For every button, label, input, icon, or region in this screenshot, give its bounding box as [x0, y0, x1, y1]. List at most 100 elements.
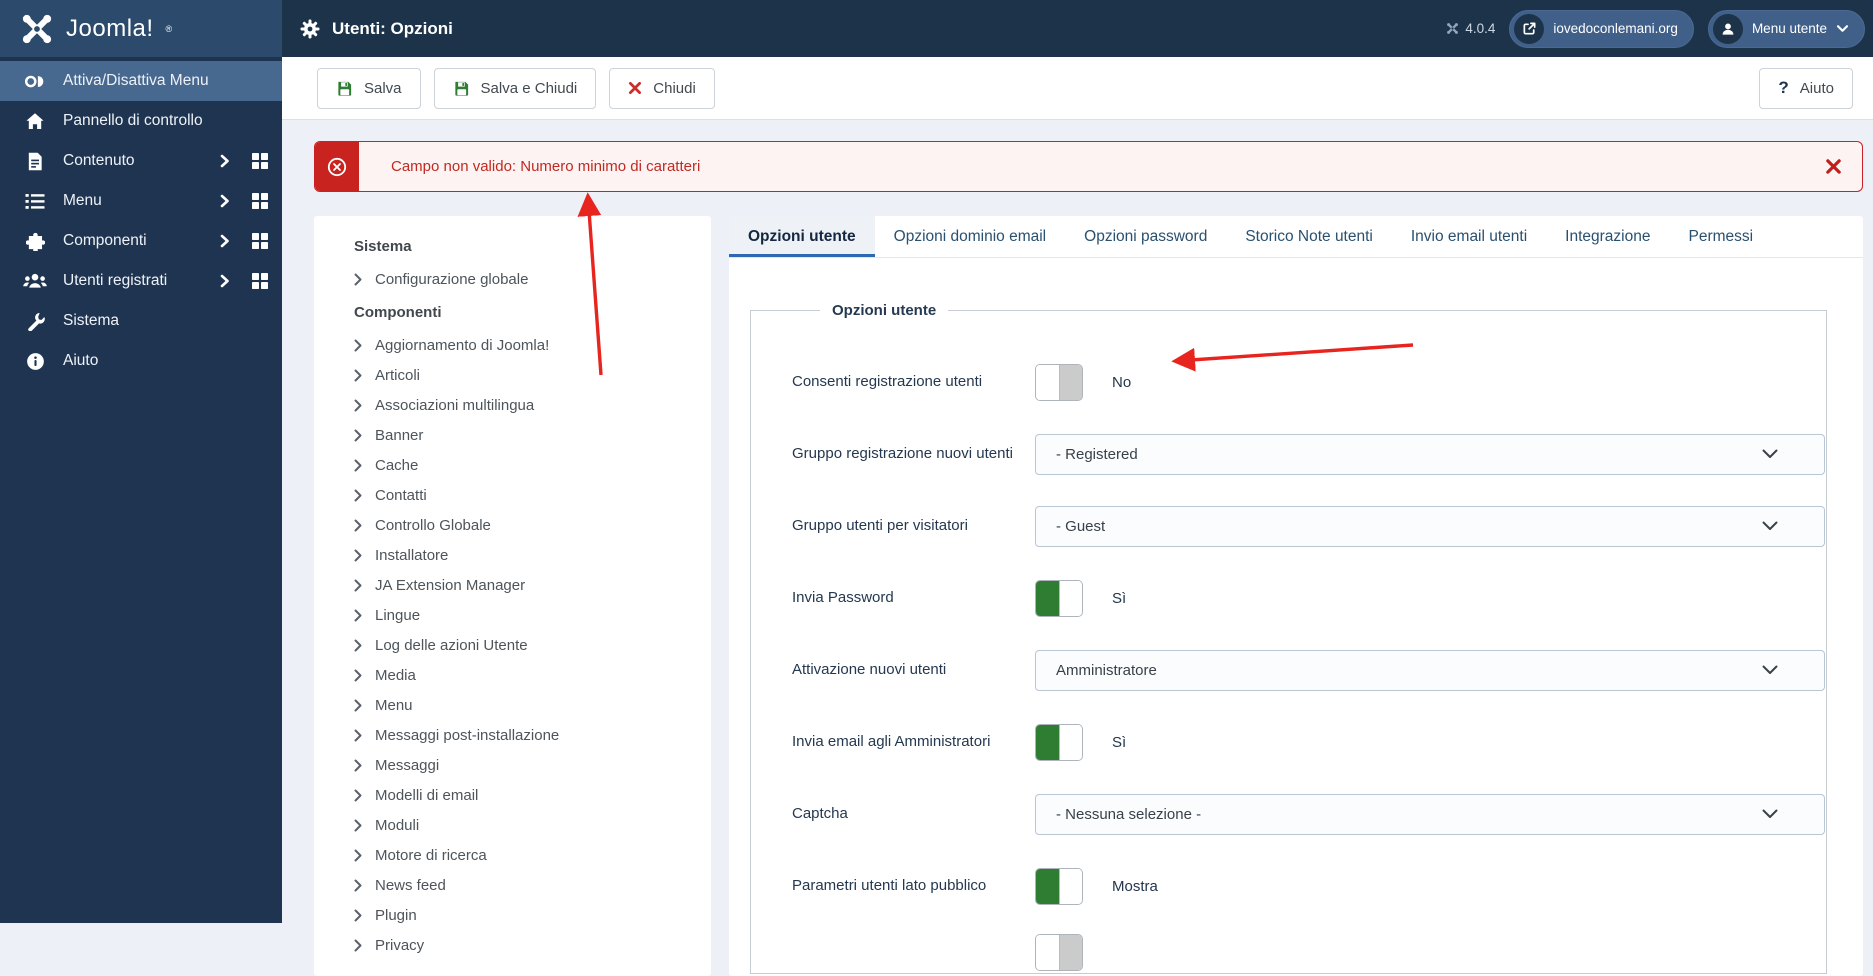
select-captcha[interactable]: - Nessuna selezione -: [1035, 793, 1825, 835]
tree-item-cache[interactable]: Cache: [354, 450, 701, 480]
site-preview-button[interactable]: iovedoconlemani.org: [1509, 9, 1694, 48]
select-gruppo-utenti-per-visitatori[interactable]: - Guest: [1035, 505, 1825, 547]
field-label: Gruppo utenti per visitatori: [792, 517, 968, 535]
sidebar-item-componenti[interactable]: Componenti: [0, 221, 282, 261]
tree-item-log-delle-azioni-utente[interactable]: Log delle azioni Utente: [354, 630, 701, 660]
user-menu-button[interactable]: Menu utente: [1707, 9, 1865, 48]
field-row-captcha: Captcha - Nessuna selezione -: [792, 793, 1826, 835]
tree-item-label: Lingue: [375, 606, 421, 624]
tab-opzioni-utente[interactable]: Opzioni utente: [729, 216, 875, 257]
tree-item-modelli-di-email[interactable]: Modelli di email: [354, 780, 701, 810]
save-button-label: Salva: [364, 79, 402, 97]
tree-item-label: Modelli di email: [375, 786, 479, 804]
chevron-right-icon: [354, 939, 363, 952]
alert-close-icon[interactable]: [1825, 158, 1842, 175]
grid-icon[interactable]: [252, 153, 268, 169]
sidebar-item-label: Aiuto: [63, 352, 99, 369]
tree-item-messaggi[interactable]: Messaggi: [354, 750, 701, 780]
sidebar-item-attiva-disattiva-menu[interactable]: Attiva/Disattiva Menu: [0, 61, 282, 101]
tree-item-plugin[interactable]: Plugin: [354, 900, 701, 930]
tree-item-label: Privacy: [375, 936, 425, 954]
grid-icon[interactable]: [252, 233, 268, 249]
field-row-invia-password: Invia Password Sì: [792, 577, 1826, 619]
sidebar-item-sistema[interactable]: Sistema: [0, 301, 282, 341]
tree-item-label: Associazioni multilingua: [375, 396, 535, 414]
tab-integrazione[interactable]: Integrazione: [1546, 216, 1669, 257]
tree-item-aggiornamento-di-joomla[interactable]: Aggiornamento di Joomla!: [354, 330, 701, 360]
toggle-invia-email-agli-amministratori[interactable]: [1035, 723, 1083, 761]
sidebar-item-aiuto[interactable]: Aiuto: [0, 341, 282, 381]
sidebar-item-label: Pannello di controllo: [63, 112, 203, 129]
tree-item-news-feed[interactable]: News feed: [354, 870, 701, 900]
tree-item-contatti[interactable]: Contatti: [354, 480, 701, 510]
tree-item-associazioni-multilingua[interactable]: Associazioni multilingua: [354, 390, 701, 420]
select-attivazione-nuovi-utenti[interactable]: Amministratore: [1035, 649, 1825, 691]
chevron-down-icon: [1762, 521, 1778, 531]
field-label: Invia email agli Amministratori: [792, 733, 991, 751]
chevron-right-icon: [354, 489, 363, 502]
tree-item-label: Contatti: [375, 486, 427, 504]
save-close-button[interactable]: Salva e Chiudi: [433, 67, 597, 109]
error-icon: [315, 142, 359, 191]
tree-item-messaggi-post-installazione[interactable]: Messaggi post-installazione: [354, 720, 701, 750]
tab-storico-note-utenti[interactable]: Storico Note utenti: [1226, 216, 1392, 257]
sidebar-item-utenti-registrati[interactable]: Utenti registrati: [0, 261, 282, 301]
toggle-consenti-registrazione-utenti[interactable]: [1035, 363, 1083, 401]
field-label: Attivazione nuovi utenti: [792, 661, 947, 679]
chevron-right-icon: [354, 909, 363, 922]
select-gruppo-registrazione-nuovi-utenti[interactable]: - Registered: [1035, 433, 1825, 475]
tree-item-menu[interactable]: Menu: [354, 690, 701, 720]
tree-item-banner[interactable]: Banner: [354, 420, 701, 450]
sidebar-item-pannello-di-controllo[interactable]: Pannello di controllo: [0, 101, 282, 141]
tree-item-label: Cache: [375, 456, 419, 474]
tree-item-ja-extension-manager[interactable]: JA Extension Manager: [354, 570, 701, 600]
fieldset-legend: Opzioni utente: [832, 302, 937, 319]
sidebar-item-label: Componenti: [63, 232, 147, 249]
tree-item-label: Installatore: [375, 546, 449, 564]
close-button[interactable]: Chiudi: [609, 67, 715, 109]
tab-opzioni-password[interactable]: Opzioni password: [1065, 216, 1226, 257]
tab-opzioni-dominio-email[interactable]: Opzioni dominio email: [875, 216, 1066, 257]
tree-item-motore-di-ricerca[interactable]: Motore di ricerca: [354, 840, 701, 870]
grid-icon[interactable]: [252, 273, 268, 289]
list-icon: [22, 193, 48, 210]
tree-item-configurazione-globale[interactable]: Configurazione globale: [354, 264, 701, 294]
tree-item-label: Messaggi post-installazione: [375, 726, 560, 744]
tree-item-label: Controllo Globale: [375, 516, 491, 534]
sidebar-item-menu[interactable]: Menu: [0, 181, 282, 221]
chevron-right-icon: [354, 519, 363, 532]
toggle-invia-password[interactable]: [1035, 579, 1083, 617]
site-link-label: iovedoconlemani.org: [1553, 21, 1678, 36]
chevron-right-icon: [354, 339, 363, 352]
field-control: - Registered: [1035, 433, 1825, 475]
toggle-parametri-utenti-lato-pubblico[interactable]: [1035, 867, 1083, 905]
form-rows: Consenti registrazione utenti No Gruppo re…: [792, 361, 1826, 973]
chevron-right-icon: [354, 849, 363, 862]
tree-item-installatore[interactable]: Installatore: [354, 540, 701, 570]
tab-permessi[interactable]: Permessi: [1669, 216, 1772, 257]
tree-item-label: Plugin: [375, 906, 417, 924]
chevron-down-icon: [1836, 24, 1849, 33]
field-row-parametri-utenti-lato-pubblico: Parametri utenti lato pubblico Mostra: [792, 865, 1826, 907]
content-area: Campo non valido: Numero minimo di carat…: [282, 120, 1873, 976]
sidebar-item-label: Attiva/Disattiva Menu: [63, 72, 209, 89]
toggle-partial[interactable]: [1035, 933, 1083, 971]
field-label: Invia Password: [792, 589, 894, 607]
joomla-version-icon: [1446, 22, 1459, 35]
save-button[interactable]: Salva: [317, 67, 421, 109]
select-value: - Guest: [1056, 517, 1106, 535]
tree-item-lingue[interactable]: Lingue: [354, 600, 701, 630]
tree-item-privacy[interactable]: Privacy: [354, 930, 701, 960]
tree-item-media[interactable]: Media: [354, 660, 701, 690]
grid-icon[interactable]: [252, 193, 268, 209]
field-row-consenti-registrazione-utenti: Consenti registrazione utenti No: [792, 361, 1826, 403]
tree-item-controllo-globale[interactable]: Controllo Globale: [354, 510, 701, 540]
tab-invio-email-utenti[interactable]: Invio email utenti: [1392, 216, 1546, 257]
help-button[interactable]: ? Aiuto: [1759, 67, 1853, 109]
joomla-logo[interactable]: Joomla! ®: [0, 0, 282, 57]
sidebar-item-contenuto[interactable]: Contenuto: [0, 141, 282, 181]
chevron-right-icon: [354, 579, 363, 592]
tree-item-moduli[interactable]: Moduli: [354, 810, 701, 840]
chevron-right-icon: [354, 369, 363, 382]
tree-item-articoli[interactable]: Articoli: [354, 360, 701, 390]
